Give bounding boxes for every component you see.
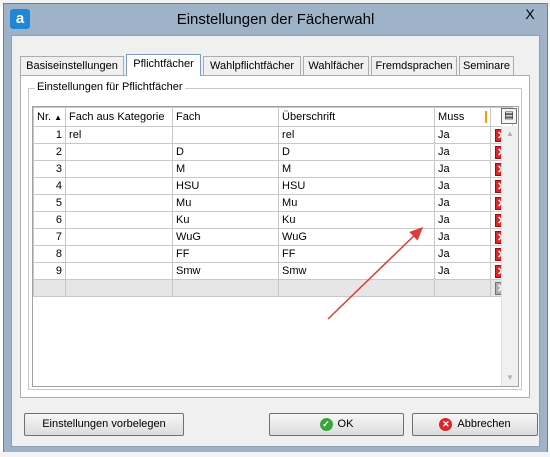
subjects-table: Nr. ▲ Fach aus Kategorie Fach Überschrif… <box>33 107 514 297</box>
column-resize-marker <box>485 111 488 123</box>
checkmark-icon: ✓ <box>319 417 333 431</box>
cell-kategorie[interactable] <box>65 194 174 212</box>
col-header-ueberschrift[interactable]: Überschrift <box>278 107 436 127</box>
table-row[interactable]: 7WuGWuGJa✕ <box>33 228 514 246</box>
column-chooser-icon[interactable]: ▤ <box>501 108 517 124</box>
cell-fach[interactable] <box>172 126 280 144</box>
header-row: Nr. ▲ Fach aus Kategorie Fach Überschrif… <box>33 107 514 127</box>
cell-fach[interactable]: D <box>172 143 280 161</box>
cell-muss[interactable]: Ja <box>434 245 492 263</box>
ok-button[interactable]: ✓ OK <box>269 413 404 436</box>
cell-fach[interactable]: Mu <box>172 194 280 212</box>
group-legend: Einstellungen für Pflichtfächer <box>35 81 185 93</box>
cell-kategorie[interactable] <box>65 211 174 229</box>
cell-muss[interactable]: Ja <box>434 160 492 178</box>
tab-pflichtfaecher[interactable]: Pflichtfächer <box>126 54 201 76</box>
cell-kategorie[interactable] <box>65 160 174 178</box>
cell-fach[interactable]: HSU <box>172 177 280 195</box>
cancel-button[interactable]: ✕ Abbrechen <box>412 413 538 436</box>
cell-muss[interactable]: Ja <box>434 126 492 144</box>
col-header-nr[interactable]: Nr. ▲ <box>33 107 67 127</box>
cell-ueberschrift[interactable]: M <box>278 160 436 178</box>
tab-wahlpflichtfaecher[interactable]: Wahlpflichtfächer <box>203 56 301 75</box>
tab-wahlfaecher[interactable]: Wahlfächer <box>303 56 369 75</box>
cell-ueberschrift[interactable]: WuG <box>278 228 436 246</box>
tab-strip: Basiseinstellungen Pflichtfächer Wahlpfl… <box>20 54 530 76</box>
dialog-client-area: Basiseinstellungen Pflichtfächer Wahlpfl… <box>11 35 540 447</box>
cell-muss[interactable]: Ja <box>434 177 492 195</box>
tab-seminare[interactable]: Seminare <box>459 56 514 75</box>
table-row[interactable]: 3MMJa✕ <box>33 160 514 178</box>
cancel-label: Abbrechen <box>457 418 511 430</box>
cell-kategorie[interactable] <box>65 245 174 263</box>
cell-muss[interactable]: Ja <box>434 194 492 212</box>
cell-nr[interactable]: 5 <box>33 194 67 212</box>
new-row-cell[interactable] <box>33 279 67 297</box>
cell-muss[interactable]: Ja <box>434 143 492 161</box>
tab-basiseinstellungen[interactable]: Basiseinstellungen <box>20 56 124 75</box>
new-row[interactable]: ✕ <box>33 279 514 297</box>
scroll-up-icon[interactable]: ▲ <box>505 130 515 138</box>
new-row-cell[interactable] <box>434 279 492 297</box>
title-bar[interactable]: a Einstellungen der Fächerwahl X <box>4 4 547 34</box>
cell-muss[interactable]: Ja <box>434 211 492 229</box>
new-row-cell[interactable] <box>278 279 436 297</box>
cell-muss[interactable]: Ja <box>434 262 492 280</box>
new-row-cell[interactable] <box>65 279 174 297</box>
sort-ascending-icon: ▲ <box>54 113 63 122</box>
table-row[interactable]: 1relrelJa✕ <box>33 126 514 144</box>
cell-nr[interactable]: 9 <box>33 262 67 280</box>
subjects-grid[interactable]: Nr. ▲ Fach aus Kategorie Fach Überschrif… <box>32 106 519 387</box>
table-row[interactable]: 2DDJa✕ <box>33 143 514 161</box>
table-row[interactable]: 4HSUHSUJa✕ <box>33 177 514 195</box>
cell-ueberschrift[interactable]: HSU <box>278 177 436 195</box>
cell-kategorie[interactable]: rel <box>65 126 174 144</box>
vertical-scrollbar[interactable]: ▲ ▼ <box>501 126 518 386</box>
col-header-kategorie[interactable]: Fach aus Kategorie <box>65 107 174 127</box>
cell-fach[interactable]: WuG <box>172 228 280 246</box>
cell-ueberschrift[interactable]: rel <box>278 126 436 144</box>
cell-muss[interactable]: Ja <box>434 228 492 246</box>
cancel-x-icon: ✕ <box>439 417 453 431</box>
col-header-fach[interactable]: Fach <box>172 107 280 127</box>
cell-fach[interactable]: M <box>172 160 280 178</box>
new-row-cell[interactable] <box>172 279 280 297</box>
dialog-window: a Einstellungen der Fächerwahl X Basisei… <box>3 3 548 455</box>
tab-fremdsprachen[interactable]: Fremdsprachen <box>371 56 457 75</box>
cell-nr[interactable]: 6 <box>33 211 67 229</box>
cell-fach[interactable]: Ku <box>172 211 280 229</box>
cell-nr[interactable]: 7 <box>33 228 67 246</box>
cell-fach[interactable]: FF <box>172 245 280 263</box>
cell-ueberschrift[interactable]: Smw <box>278 262 436 280</box>
cell-nr[interactable]: 1 <box>33 126 67 144</box>
cell-ueberschrift[interactable]: Ku <box>278 211 436 229</box>
settings-group: Einstellungen für Pflichtfächer Nr. ▲ Fa… <box>28 81 522 390</box>
pflichtfaecher-panel: Einstellungen für Pflichtfächer Nr. ▲ Fa… <box>20 75 530 398</box>
cell-ueberschrift[interactable]: FF <box>278 245 436 263</box>
table-row[interactable]: 8FFFFJa✕ <box>33 245 514 263</box>
table-row[interactable]: 6KuKuJa✕ <box>33 211 514 229</box>
table-row[interactable]: 5MuMuJa✕ <box>33 194 514 212</box>
ok-label: OK <box>337 418 354 430</box>
cell-nr[interactable]: 3 <box>33 160 67 178</box>
cell-ueberschrift[interactable]: D <box>278 143 436 161</box>
bottom-strip <box>0 452 550 457</box>
col-header-muss[interactable]: Muss <box>434 107 492 127</box>
cell-kategorie[interactable] <box>65 262 174 280</box>
cell-nr[interactable]: 8 <box>33 245 67 263</box>
cell-fach[interactable]: Smw <box>172 262 280 280</box>
preset-settings-button[interactable]: Einstellungen vorbelegen <box>24 413 184 436</box>
cell-kategorie[interactable] <box>65 228 174 246</box>
cell-kategorie[interactable] <box>65 177 174 195</box>
cell-ueberschrift[interactable]: Mu <box>278 194 436 212</box>
table-row[interactable]: 9SmwSmwJa✕ <box>33 262 514 280</box>
close-button[interactable]: X <box>519 5 541 23</box>
cell-kategorie[interactable] <box>65 143 174 161</box>
scroll-down-icon[interactable]: ▼ <box>505 374 515 382</box>
cell-nr[interactable]: 2 <box>33 143 67 161</box>
window-title: Einstellungen der Fächerwahl <box>176 11 375 28</box>
cell-nr[interactable]: 4 <box>33 177 67 195</box>
